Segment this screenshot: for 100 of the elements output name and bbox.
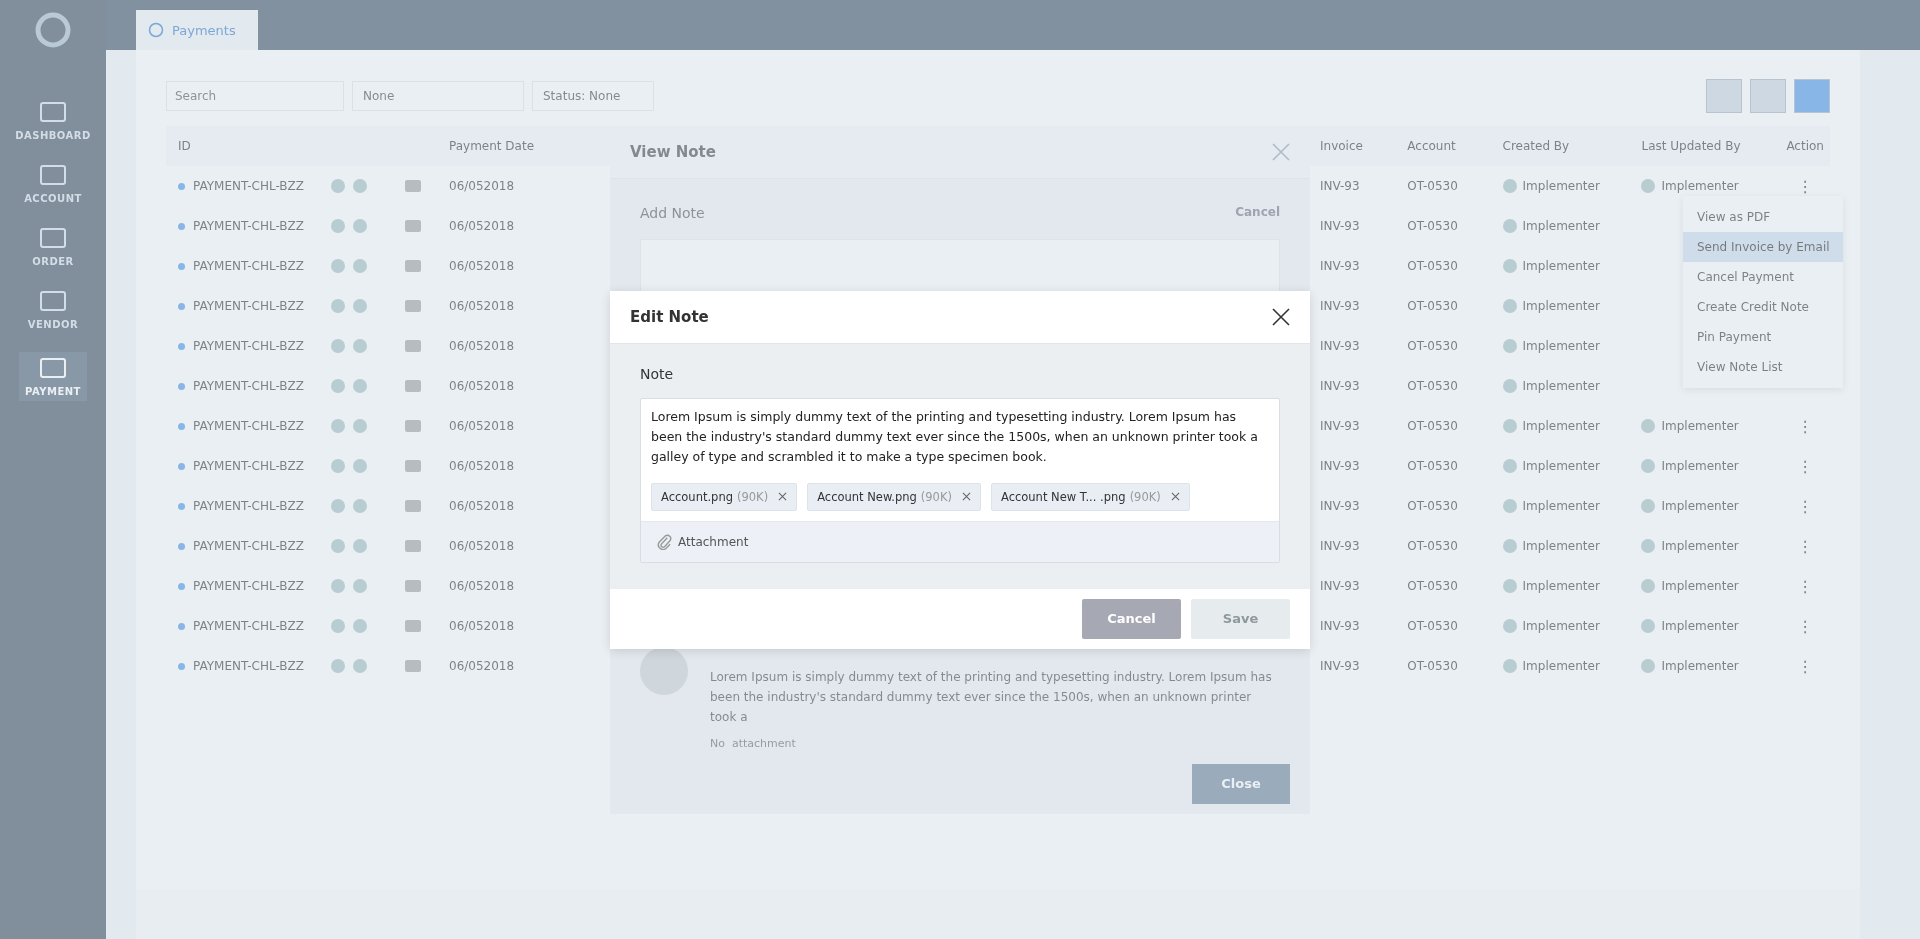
status-dot: [178, 302, 185, 310]
kebab-icon[interactable]: ⋮: [1797, 656, 1814, 676]
menu-item[interactable]: Cancel Payment: [1683, 262, 1843, 292]
table-cell-text: OT-0530: [1407, 179, 1459, 193]
avatar-icon: [1502, 259, 1517, 273]
note-editor[interactable]: [640, 397, 1280, 563]
kebab-icon[interactable]: ⋮: [1797, 616, 1814, 636]
table-cell: Implementer: [1522, 659, 1600, 673]
table-cell-text: OT-0530: [1407, 579, 1459, 593]
table-cell-text: INV-93: [1320, 619, 1361, 633]
table-cell-text: PAYMENT-CHL-BZZ: [193, 379, 305, 393]
avatar-icon: [1641, 179, 1656, 193]
avatar-icon: [1641, 659, 1656, 673]
table-cell-text: INV-93: [1320, 499, 1361, 513]
sidebar-item[interactable]: ACCOUNT: [24, 163, 82, 204]
table-cell: Implementer: [1522, 179, 1600, 193]
close-icon[interactable]: [1272, 307, 1290, 326]
close-button[interactable]: Close: [1192, 763, 1290, 804]
menu-item[interactable]: View as PDF: [1683, 202, 1843, 232]
avatar-icon: [1502, 619, 1517, 633]
table-cell: Implementer: [1661, 499, 1739, 513]
avatar-icon: [1502, 219, 1517, 233]
column-header: ID: [178, 139, 192, 153]
remove-icon[interactable]: [961, 492, 971, 501]
table-cell: Implementer: [1661, 659, 1739, 673]
table-cell-text: 06/052018: [449, 499, 516, 513]
status-filter[interactable]: Status: None: [532, 81, 654, 111]
kebab-icon[interactable]: ⋮: [1797, 416, 1814, 436]
menu-item[interactable]: Send Invoice by Email: [1683, 232, 1843, 262]
circle-icon: [353, 219, 367, 233]
cancel-link[interactable]: Cancel: [1235, 204, 1280, 221]
circle-icon: [353, 579, 367, 593]
table-cell-text: PAYMENT-CHL-BZZ: [193, 339, 305, 353]
remove-icon[interactable]: [1170, 492, 1180, 501]
table-cell-text: OT-0530: [1407, 539, 1459, 553]
avatar-icon: [1502, 299, 1517, 313]
circle-icon: [353, 379, 367, 393]
status-dot: [178, 542, 185, 550]
search-field[interactable]: Search: [166, 81, 344, 111]
circle-icon: [331, 659, 345, 673]
table-cell-text: OT-0530: [1407, 339, 1459, 353]
table-cell: Implementer: [1522, 579, 1600, 593]
column-header: Action: [1785, 139, 1825, 153]
table-cell-text: INV-93: [1320, 379, 1361, 393]
kebab-icon[interactable]: ⋮: [1797, 576, 1814, 596]
nav-icon: [38, 289, 68, 313]
menu-item[interactable]: Create Credit Note: [1683, 292, 1843, 322]
table-cell-text: INV-93: [1320, 259, 1361, 273]
circle-icon: [353, 459, 367, 473]
note-text: Lorem Ipsum is simply dummy text of the printing and typesetting industry. Lorem Ipsum has been the industry's standard dummy text ever since the 1500s, when an unknown printer took a: [710, 668, 1273, 726]
table-cell-text: 06/052018: [449, 179, 516, 193]
circle-icon: [353, 339, 367, 353]
card-icon: [405, 220, 421, 232]
table-cell-text: INV-93: [1320, 539, 1361, 553]
tab[interactable]: Payments: [136, 10, 258, 50]
table-cell-text: 06/052018: [449, 219, 516, 233]
sidebar-item[interactable]: PAYMENT: [19, 352, 87, 401]
status-dot: [178, 462, 185, 470]
table-cell-text: OT-0530: [1407, 259, 1459, 273]
cancel-button[interactable]: Cancel: [1082, 598, 1181, 639]
avatar-icon: [1502, 539, 1517, 553]
circle-icon: [331, 339, 345, 353]
circle-icon: [353, 499, 367, 513]
kebab-icon[interactable]: ⋮: [1797, 176, 1814, 196]
circle-icon: [331, 579, 345, 593]
menu-item[interactable]: View Note List: [1683, 352, 1843, 382]
avatar-icon: [1641, 459, 1656, 473]
circle-icon: [353, 659, 367, 673]
sidebar-item[interactable]: DASHBOARD: [15, 100, 91, 141]
attachment-button[interactable]: Attachment: [657, 533, 749, 550]
card-icon: [405, 500, 421, 512]
avatar-icon: [1502, 339, 1517, 353]
table-cell: Implementer: [1522, 459, 1600, 473]
menu-item[interactable]: Pin Payment: [1683, 322, 1843, 352]
table-cell: Implementer: [1522, 339, 1600, 353]
table-cell-text: PAYMENT-CHL-BZZ: [193, 299, 305, 313]
type-filter[interactable]: None: [352, 81, 524, 111]
kebab-icon[interactable]: ⋮: [1797, 536, 1814, 556]
table-cell-text: INV-93: [1320, 179, 1361, 193]
table-cell-text: OT-0530: [1407, 379, 1459, 393]
sidebar-item[interactable]: VENDOR: [27, 289, 79, 330]
table-cell-text: 06/052018: [449, 579, 516, 593]
circle-icon: [331, 259, 345, 273]
kebab-icon[interactable]: ⋮: [1797, 456, 1814, 476]
attachment-status: No attachment: [710, 736, 797, 750]
kebab-icon[interactable]: ⋮: [1797, 496, 1814, 516]
card-icon: [405, 460, 421, 472]
sidebar-item[interactable]: ORDER: [32, 226, 74, 267]
status-dot: [178, 582, 185, 590]
circle-icon: [353, 539, 367, 553]
table-cell-text: 06/052018: [449, 339, 516, 353]
table-cell: Implementer: [1661, 539, 1739, 553]
table-cell-text: INV-93: [1320, 579, 1361, 593]
nav-icon: [38, 163, 68, 187]
circle-icon: [331, 299, 345, 313]
remove-icon[interactable]: [778, 492, 788, 501]
table-cell-text: OT-0530: [1407, 219, 1459, 233]
status-dot: [178, 622, 185, 630]
logo-icon: [33, 10, 73, 50]
card-icon: [405, 580, 421, 592]
